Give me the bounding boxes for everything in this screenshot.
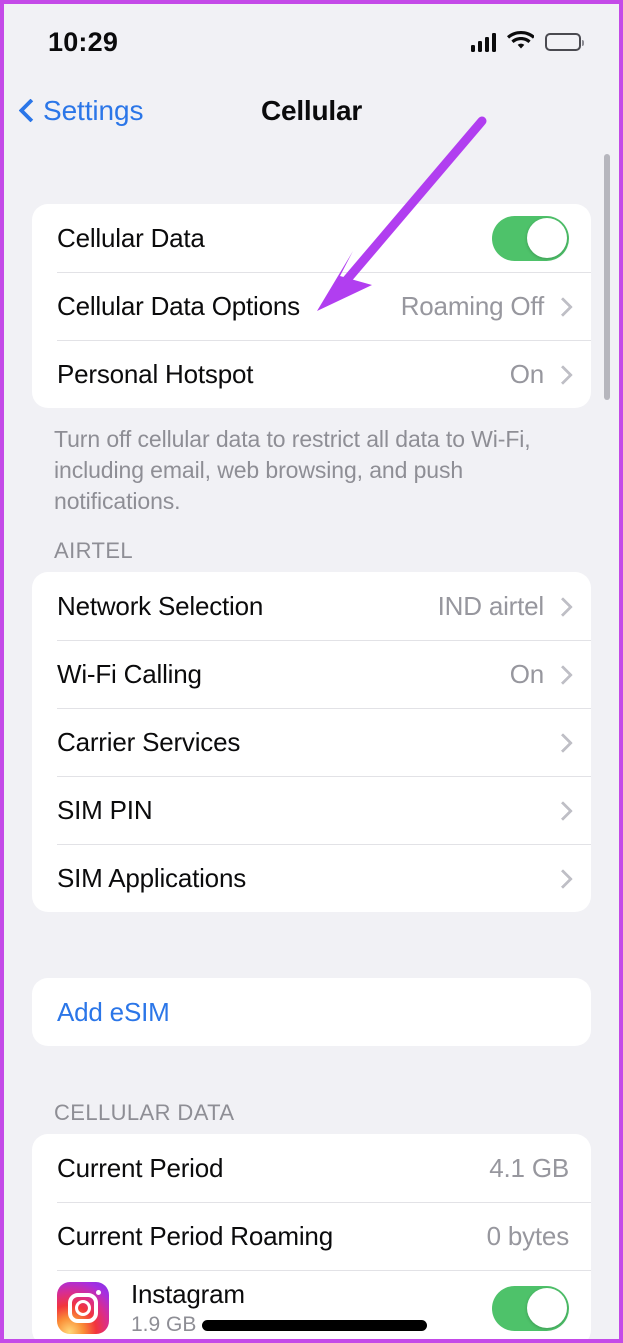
row-current-period-roaming[interactable]: Current Period Roaming 0 bytes (32, 1202, 591, 1270)
section-header-cellular-data: CELLULAR DATA (54, 1100, 235, 1125)
row-label-current-period: Current Period (57, 1152, 224, 1183)
chevron-right-icon (556, 799, 569, 821)
row-sim-pin[interactable]: SIM PIN (32, 776, 591, 844)
row-network-selection[interactable]: Network Selection IND airtel (32, 572, 591, 640)
row-label-wifi-calling: Wi-Fi Calling (57, 658, 202, 689)
row-value-cellular-data-options: Roaming Off (400, 290, 544, 321)
row-label-sim-applications: SIM Applications (57, 862, 247, 893)
row-app-instagram[interactable]: Instagram 1.9 GB (32, 1270, 591, 1339)
row-label-sim-pin: SIM PIN (57, 794, 153, 825)
battery-icon (545, 33, 584, 51)
vertical-scrollbar[interactable] (604, 154, 610, 400)
status-bar: 10:29 (4, 4, 619, 80)
row-value-current-period: 4.1 GB (489, 1152, 569, 1183)
chevron-right-icon (556, 867, 569, 889)
instagram-app-icon (57, 1282, 109, 1334)
cellular-data-footer-note: Turn off cellular data to restrict all d… (54, 426, 531, 514)
cellular-signal-icon (470, 32, 496, 52)
row-personal-hotspot[interactable]: Personal Hotspot On (32, 340, 591, 408)
cellular-data-usage-group: Current Period 4.1 GB Current Period Roa… (32, 1134, 591, 1339)
row-sim-applications[interactable]: SIM Applications (32, 844, 591, 912)
add-esim-label: Add eSIM (57, 996, 170, 1027)
settings-scroll-content: Cellular Data Cellular Data Options Roam… (4, 142, 619, 1339)
row-current-period[interactable]: Current Period 4.1 GB (32, 1134, 591, 1202)
row-value-current-period-roaming: 0 bytes (486, 1220, 570, 1251)
row-label-cellular-data: Cellular Data (57, 222, 205, 253)
row-label-current-period-roaming: Current Period Roaming (57, 1220, 333, 1251)
status-bar-icons (470, 30, 584, 55)
cellular-data-toggle[interactable] (492, 215, 569, 261)
iphone-settings-screen: 10:29 Settings Cellular Cellular Data Ce… (0, 0, 623, 1343)
chevron-right-icon (556, 295, 569, 317)
home-indicator (202, 1320, 427, 1331)
page-title: Cellular (260, 95, 363, 126)
row-value-wifi-calling: On (509, 658, 544, 689)
cellular-data-group: Cellular Data Cellular Data Options Roam… (32, 204, 591, 408)
row-label-network-selection: Network Selection (57, 590, 264, 621)
row-value-network-selection: IND airtel (437, 590, 545, 621)
row-add-esim[interactable]: Add eSIM (32, 978, 591, 1046)
chevron-right-icon (556, 731, 569, 753)
carrier-group: Network Selection IND airtel Wi-Fi Calli… (32, 572, 591, 912)
row-label-carrier-services: Carrier Services (57, 726, 241, 757)
navigation-bar: Settings Cellular (4, 80, 619, 142)
chevron-right-icon (556, 663, 569, 685)
row-cellular-data[interactable]: Cellular Data (32, 204, 591, 272)
row-label-cellular-data-options: Cellular Data Options (57, 290, 300, 321)
row-wifi-calling[interactable]: Wi-Fi Calling On (32, 640, 591, 708)
row-cellular-data-options[interactable]: Cellular Data Options Roaming Off (32, 272, 591, 340)
row-label-personal-hotspot: Personal Hotspot (57, 358, 254, 389)
app-name-instagram: Instagram (131, 1279, 245, 1309)
chevron-right-icon (556, 363, 569, 385)
section-header-airtel: AIRTEL (54, 538, 134, 563)
row-carrier-services[interactable]: Carrier Services (32, 708, 591, 776)
status-bar-time: 10:29 (48, 26, 119, 57)
wifi-icon (507, 30, 535, 55)
esim-group: Add eSIM (32, 978, 591, 1046)
instagram-cellular-toggle[interactable] (492, 1285, 569, 1331)
chevron-right-icon (556, 595, 569, 617)
row-value-personal-hotspot: On (509, 358, 544, 389)
